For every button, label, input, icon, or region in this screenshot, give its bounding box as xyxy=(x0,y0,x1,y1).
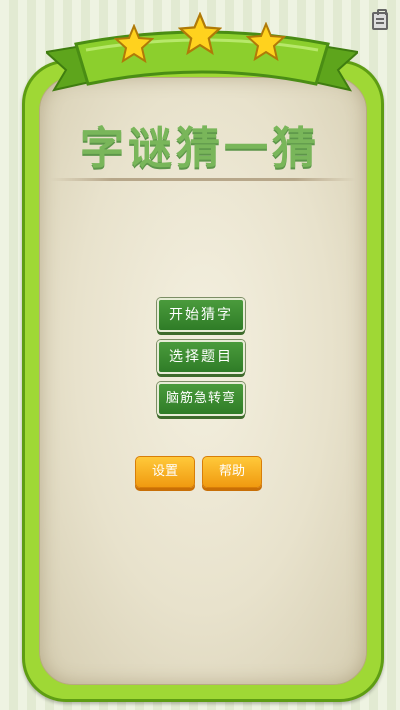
clipboard-icon[interactable] xyxy=(372,9,388,30)
start-guess-button[interactable]: 开始猜字 xyxy=(157,298,245,332)
select-question-button[interactable]: 选择题目 xyxy=(157,340,245,374)
star-icon xyxy=(246,22,286,62)
star-icon xyxy=(178,12,222,56)
help-button[interactable]: 帮助 xyxy=(202,456,262,488)
title-divider xyxy=(50,178,356,181)
star-icon xyxy=(114,24,154,64)
settings-button[interactable]: 设置 xyxy=(135,456,195,488)
game-title: 字谜猜一猜 xyxy=(80,123,320,174)
brain-teaser-button[interactable]: 脑筋急转弯 xyxy=(157,382,245,416)
